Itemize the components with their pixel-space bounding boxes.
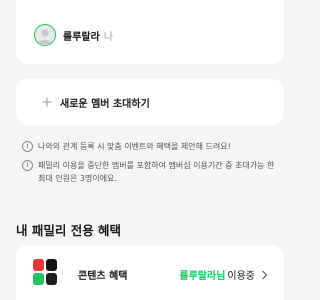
chevron-right-icon (262, 270, 268, 279)
benefit-status: 이용중 (227, 271, 255, 282)
avatar (34, 24, 56, 46)
benefit-card[interactable]: 콘텐츠 혜택 룰루랄라님 이용중 (16, 245, 284, 300)
section-title: 내 패밀리 전용 혜택 (16, 223, 122, 238)
member-card[interactable]: 룰루랄라 나 (16, 0, 284, 64)
member-self-tag: 나 (103, 31, 114, 43)
notice-text: 패밀리 이용을 중단한 멤버를 포함하여 멤버십 이용기간 중 초대가능 한 최… (38, 161, 275, 183)
benefit-brand: 룰루랄라님 (179, 271, 226, 282)
invite-label: 새로운 멤버 초대하기 (60, 98, 150, 110)
content-apps-icon (33, 259, 57, 285)
profile-icon (38, 29, 52, 44)
benefit-status-link[interactable]: 룰루랄라님 이용중 (179, 267, 268, 282)
plus-icon (40, 95, 54, 109)
notice-item: ! 패밀리 이용을 중단한 멤버를 포함하여 멤버십 이용기간 중 초대가능 한… (22, 159, 284, 185)
notice-text: 나와의 관계 등록 시 맞춤 이벤트와 혜택을 제안해 드려요! (38, 142, 231, 151)
invite-member-button[interactable]: 새로운 멤버 초대하기 (16, 79, 284, 125)
info-icon: ! (22, 160, 33, 171)
info-icon: ! (22, 141, 33, 152)
notice-item: ! 나와의 관계 등록 시 맞춤 이벤트와 혜택을 제안해 드려요! (22, 140, 284, 153)
benefit-label: 콘텐츠 혜택 (78, 271, 128, 282)
member-name: 룰루랄라 (63, 31, 100, 43)
member-row[interactable]: 룰루랄라 나 (34, 24, 113, 46)
notice-list: ! 나와의 관계 등록 시 맞춤 이벤트와 혜택을 제안해 드려요! ! 패밀리… (22, 140, 284, 185)
